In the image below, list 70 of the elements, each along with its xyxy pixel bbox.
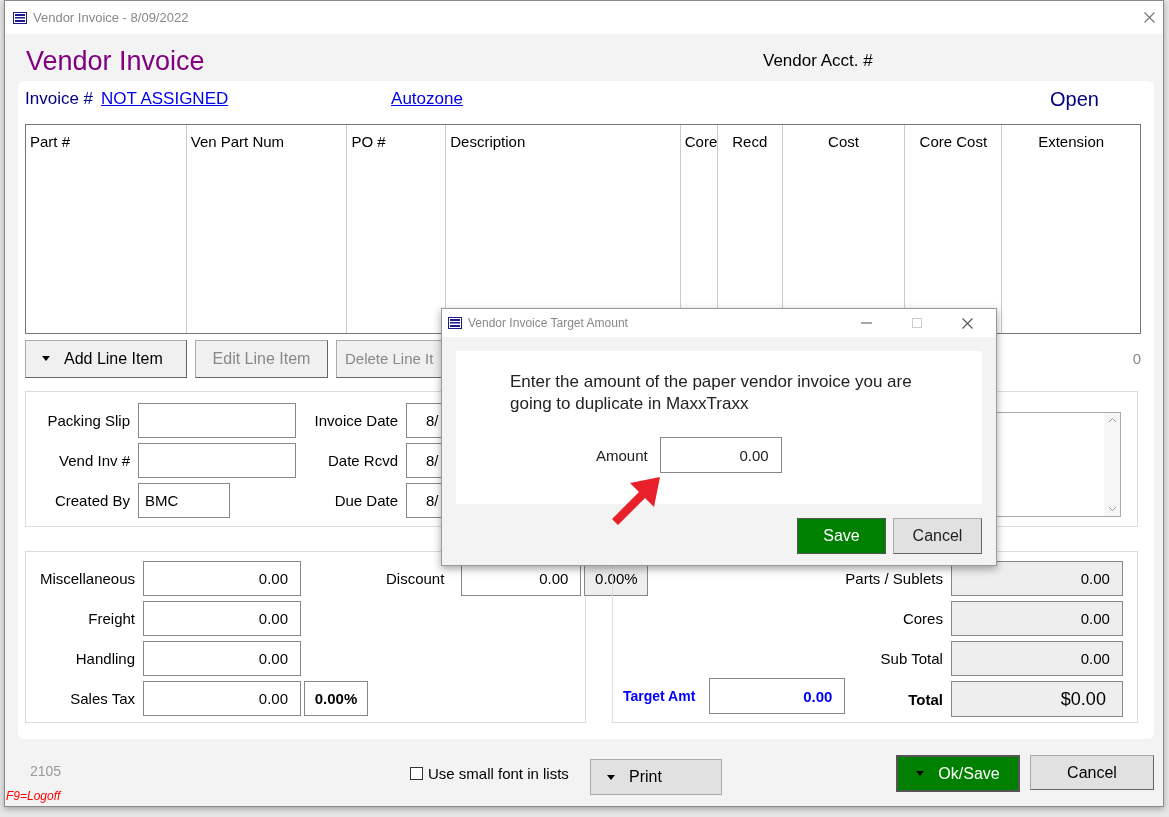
- input-field[interactable]: [138, 443, 296, 478]
- field-label: Sales Tax: [69, 690, 135, 707]
- input-field[interactable]: BMC: [138, 483, 230, 518]
- field-label: Handling: [74, 650, 135, 667]
- line-item-button[interactable]: Add Line Item: [25, 339, 187, 378]
- column-header[interactable]: Ven Part Num: [186, 125, 347, 158]
- caret-icon: [42, 356, 50, 361]
- maximize-icon: [912, 318, 922, 328]
- percent-field[interactable]: 0.00%: [304, 681, 368, 716]
- invoice-label: Invoice #: [25, 89, 94, 109]
- input-field[interactable]: [138, 403, 296, 438]
- amount-label: Amount: [596, 446, 648, 464]
- hotkey-hint: F9=Logoff: [6, 789, 61, 803]
- field-label: Vend Inv #: [58, 452, 130, 469]
- target-amount-field[interactable]: 0.00: [709, 678, 846, 714]
- total-field: 0.00: [950, 601, 1123, 636]
- field-label: Miscellaneous: [38, 570, 135, 587]
- total-field: $0.00: [950, 681, 1123, 717]
- column-header[interactable]: Cost: [782, 125, 905, 158]
- field-label: Due Date: [333, 492, 398, 509]
- checkbox-label[interactable]: Use small font in lists: [428, 765, 569, 782]
- save-button[interactable]: Save: [797, 518, 886, 554]
- total-label: Cores: [901, 610, 943, 627]
- scroll-down-icon[interactable]: [1107, 506, 1117, 512]
- caret-icon: [607, 774, 615, 780]
- amount-field[interactable]: 0.00: [659, 437, 782, 474]
- invoice-number-link[interactable]: NOT ASSIGNED: [101, 89, 392, 109]
- column-header[interactable]: Recd: [717, 125, 782, 158]
- field-label: Packing Slip: [46, 412, 130, 429]
- ok-save-button[interactable]: Ok/Save: [896, 755, 1020, 792]
- column-header[interactable]: PO #: [347, 125, 446, 158]
- app-icon: [13, 11, 27, 24]
- cancel-button[interactable]: Cancel: [1030, 755, 1154, 790]
- field-label: Discount: [386, 570, 445, 587]
- scroll-up-icon[interactable]: [1107, 417, 1117, 423]
- dialog-title: Vendor Invoice Target Amount: [468, 316, 629, 330]
- amount-field[interactable]: 0.00: [143, 681, 301, 716]
- total-field: 0.00: [950, 561, 1123, 596]
- print-button[interactable]: Print: [590, 759, 722, 795]
- vendor-acct-label: Vendor Acct. #: [763, 51, 873, 72]
- close-icon[interactable]: [1144, 12, 1155, 23]
- field-label: Date Rcvd: [326, 452, 398, 469]
- field-label: Created By: [53, 492, 130, 509]
- window-title: Vendor Invoice - 8/09/2022: [33, 10, 190, 25]
- field-label: Invoice Date: [313, 412, 398, 429]
- column-header[interactable]: Core: [680, 125, 717, 158]
- caret-icon: [916, 771, 925, 776]
- checkbox[interactable]: [410, 767, 423, 780]
- screen-code: 2105: [30, 763, 63, 779]
- amount-field[interactable]: 0.00: [143, 641, 301, 676]
- total-field: 0.00: [950, 641, 1123, 676]
- column-header[interactable]: Extension: [1002, 125, 1140, 158]
- line-count: 0: [1132, 350, 1141, 367]
- page-title: Vendor Invoice: [26, 46, 206, 78]
- total-label: Parts / Sublets: [845, 570, 943, 587]
- column-header[interactable]: Part #: [26, 125, 186, 158]
- total-label: Total: [907, 690, 943, 708]
- app-icon: [448, 317, 462, 329]
- column-header[interactable]: Description: [446, 125, 680, 158]
- amount-field[interactable]: 0.00: [143, 561, 301, 596]
- amount-field[interactable]: 0.00: [143, 601, 301, 636]
- status-label: Open: [1050, 87, 1099, 111]
- column-header[interactable]: Core Cost: [905, 125, 1002, 158]
- dialog-message: Enter the amount of the paper vendor invoice you are going to duplicate in MaxxTraxx: [510, 371, 913, 416]
- field-label: Freight: [87, 610, 135, 627]
- close-icon[interactable]: [962, 317, 973, 329]
- vendor-link[interactable]: Autozone: [391, 89, 463, 109]
- cancel-button[interactable]: Cancel: [893, 518, 982, 554]
- total-label: Sub Total: [879, 650, 943, 667]
- target-amount-label: Target Amt: [623, 688, 696, 704]
